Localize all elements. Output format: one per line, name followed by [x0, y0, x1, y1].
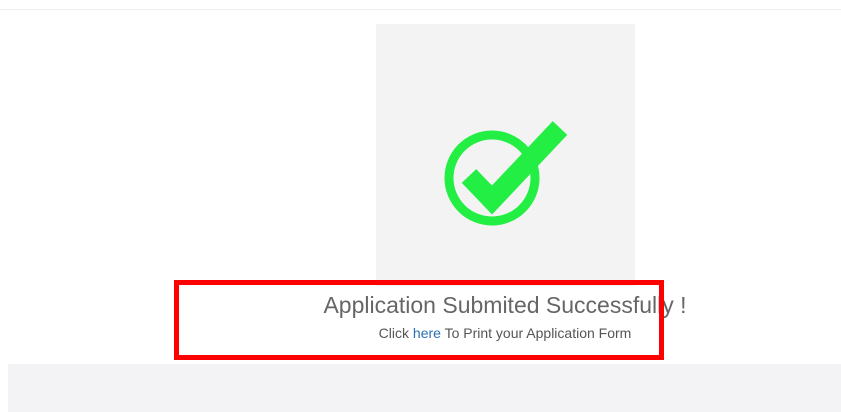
footer-band	[8, 364, 841, 412]
top-divider	[0, 9, 841, 10]
check-circle-icon	[444, 121, 568, 226]
success-card	[376, 24, 635, 286]
highlight-annotation-box	[174, 280, 664, 360]
page: Application Submited Successfully ! Clic…	[0, 0, 841, 412]
